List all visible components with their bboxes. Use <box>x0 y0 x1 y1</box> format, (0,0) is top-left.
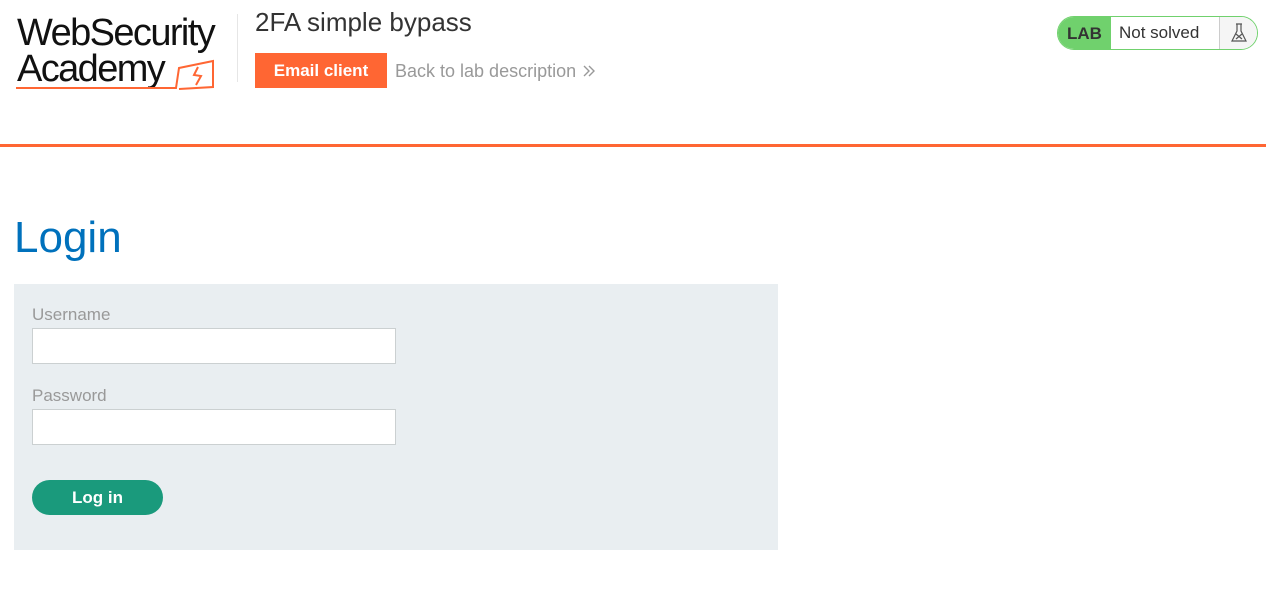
lab-title: 2FA simple bypass <box>255 7 472 37</box>
password-input[interactable] <box>32 409 396 445</box>
back-link-label: Back to lab description <box>395 61 577 81</box>
username-input[interactable] <box>32 328 396 364</box>
lab-badge: LAB <box>1058 17 1111 49</box>
site-header: WebSecurity Academy 2FA simple bypass Em… <box>0 0 1266 147</box>
page-title: Login <box>14 213 122 262</box>
lab-status-widget: LAB Not solved <box>1057 16 1258 50</box>
status-flask-container <box>1219 17 1257 49</box>
back-to-lab-description-link[interactable]: Back to lab description <box>395 59 596 84</box>
site-logo[interactable]: WebSecurity Academy <box>14 12 236 94</box>
lab-status-text: Not solved <box>1119 23 1200 42</box>
flask-icon <box>1231 23 1247 42</box>
username-label: Username <box>32 305 111 324</box>
email-client-button[interactable]: Email client <box>255 53 387 88</box>
header-divider <box>237 14 238 82</box>
login-form: Username Password Log in <box>14 284 778 550</box>
password-label: Password <box>32 386 107 405</box>
log-in-button[interactable]: Log in <box>32 480 163 515</box>
web-security-academy-logo-icon <box>16 59 214 90</box>
double-chevron-right-icon <box>582 60 596 84</box>
